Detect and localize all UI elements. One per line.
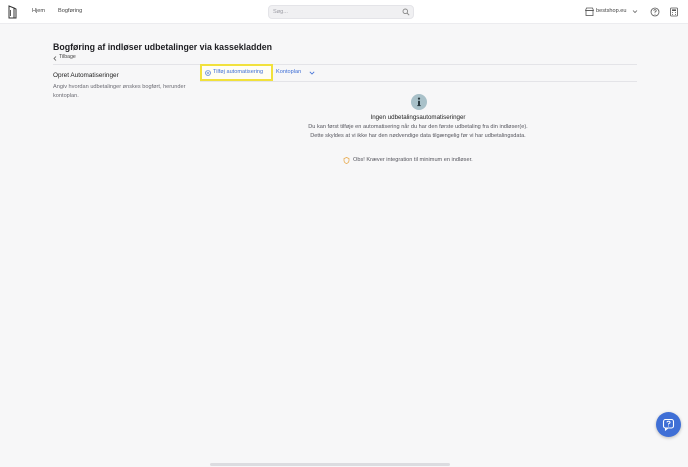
back-label: Tilbage <box>59 54 76 60</box>
shop-icon <box>585 7 594 16</box>
header-divider <box>53 64 637 65</box>
info-icon <box>411 94 427 110</box>
shop-name: bestshop.eu <box>596 8 627 14</box>
note-label: Obs! Kræver integration til minimum en i… <box>353 157 473 163</box>
search-input[interactable] <box>273 7 397 17</box>
toolbar-divider <box>200 81 637 82</box>
add-automation-label: Tilføj automatisering <box>213 69 264 75</box>
support-chat-button[interactable] <box>656 412 681 437</box>
chevron-down-icon <box>632 10 638 14</box>
section-description: Angiv hvordan udbetalinger ønskes bogfør… <box>53 84 186 99</box>
horizontal-scrollbar[interactable] <box>210 463 450 466</box>
calculator-icon[interactable] <box>669 7 679 17</box>
empty-state-title: Ingen udbetalingsautomatiseringer <box>370 114 466 121</box>
help-icon[interactable] <box>650 7 660 17</box>
plus-circle-icon <box>205 70 211 76</box>
logo-icon[interactable] <box>7 5 18 19</box>
chat-help-icon <box>662 418 675 431</box>
section-title: Opret Automatiseringer <box>53 72 119 79</box>
search-box[interactable] <box>268 5 414 19</box>
add-automation-button[interactable]: Tilføj automatisering <box>200 64 273 81</box>
empty-state-body: Du kan først tilføje en automatisering n… <box>308 124 528 139</box>
dropdown-label: Kontoplan <box>276 69 302 75</box>
chevron-left-icon <box>53 56 57 61</box>
page-title: Bogføring af indløser udbetalinger via k… <box>53 42 272 52</box>
nav-bookkeeping-link[interactable]: Bogføring <box>58 8 82 14</box>
chevron-down-icon <box>309 71 315 75</box>
nav-home-link[interactable]: Hjem <box>32 8 45 14</box>
shield-icon <box>343 157 350 164</box>
search-icon <box>402 8 410 16</box>
top-bar: Hjem Bogføring bestshop.eu <box>0 0 688 24</box>
